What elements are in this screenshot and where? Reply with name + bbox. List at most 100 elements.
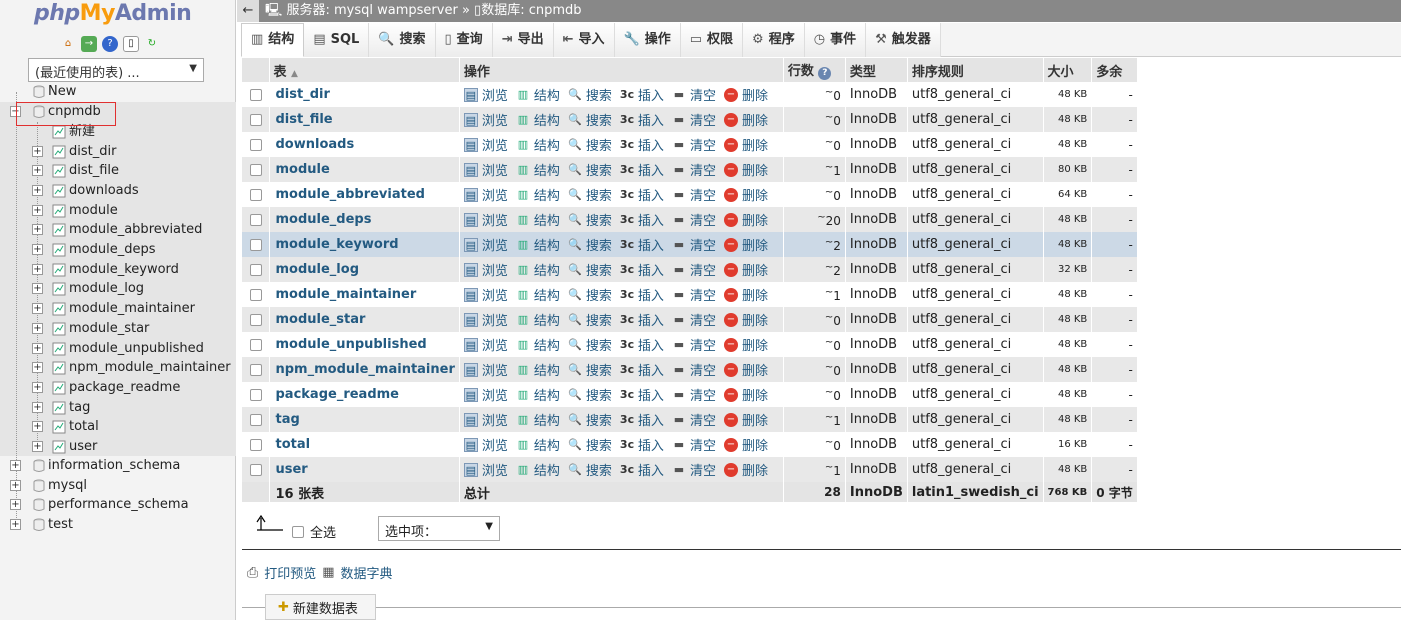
action-drop-link[interactable]: − 删除	[723, 135, 768, 154]
print-view-link[interactable]: 打印预览	[264, 563, 316, 582]
table-name-link[interactable]: module	[276, 162, 330, 177]
action-structure-link[interactable]: ▥ 结构	[516, 385, 560, 405]
action-structure-link[interactable]: ▥ 结构	[516, 185, 560, 205]
action-structure-link[interactable]: ▥ 结构	[516, 260, 560, 280]
table-size[interactable]: 48 KB	[1043, 307, 1093, 332]
column-header-overhead[interactable]: 多余	[1091, 58, 1138, 82]
action-empty-link[interactable]: ▬ 清空	[672, 310, 716, 330]
expand-icon[interactable]: +	[10, 460, 21, 471]
action-drop-link[interactable]: − 删除	[723, 310, 768, 329]
tree-db-mysql[interactable]: + mysql	[0, 476, 236, 496]
logout-icon[interactable]: →	[81, 36, 97, 52]
action-empty-link[interactable]: ▬ 清空	[672, 460, 716, 480]
action-insert-link[interactable]: 3c 插入	[620, 110, 664, 130]
table-size[interactable]: 32 KB	[1043, 257, 1093, 282]
action-empty-link[interactable]: ▬ 清空	[672, 110, 716, 130]
table-name-link[interactable]: module_deps	[276, 212, 372, 227]
table-size[interactable]: 48 KB	[1043, 207, 1093, 232]
tree-table-module_star[interactable]: + module_star	[0, 319, 236, 339]
row-checkbox[interactable]	[250, 438, 262, 451]
expand-icon[interactable]: +	[10, 499, 21, 511]
tree-table-module_abbreviated[interactable]: + module_abbreviated	[0, 220, 236, 240]
action-drop-link[interactable]: − 删除	[723, 235, 768, 254]
expand-icon[interactable]: +	[32, 283, 43, 295]
tree-table-module[interactable]: + module	[0, 201, 236, 221]
action-drop-link[interactable]: − 删除	[723, 85, 768, 104]
action-insert-link[interactable]: 3c 插入	[620, 235, 664, 255]
row-checkbox[interactable]	[250, 338, 262, 351]
action-drop-link[interactable]: − 删除	[723, 110, 768, 129]
action-search-link[interactable]: 🔍 搜索	[568, 285, 612, 305]
column-header-size[interactable]: 大小	[1043, 58, 1093, 82]
action-browse-link[interactable]: ▤ 浏览	[463, 160, 508, 179]
action-insert-link[interactable]: 3c 插入	[620, 410, 664, 430]
column-header-table[interactable]: 表 ▲	[269, 58, 460, 82]
action-insert-link[interactable]: 3c 插入	[620, 310, 664, 330]
tab-sql[interactable]: ▤ SQL	[304, 23, 370, 57]
action-browse-link[interactable]: ▤ 浏览	[463, 260, 508, 279]
action-structure-link[interactable]: ▥ 结构	[516, 285, 560, 305]
expand-icon[interactable]: +	[32, 224, 43, 236]
table-name-link[interactable]: user	[276, 462, 308, 477]
expand-icon[interactable]: +	[32, 165, 43, 177]
check-all-checkbox[interactable]	[292, 525, 304, 538]
sql-docs-icon[interactable]: ▯	[123, 36, 139, 52]
tree-table-module_unpublished[interactable]: + module_unpublished	[0, 339, 236, 359]
tree-table-module_keyword[interactable]: + module_keyword	[0, 260, 236, 280]
action-search-link[interactable]: 🔍 搜索	[568, 260, 612, 280]
table-size[interactable]: 80 KB	[1043, 157, 1093, 182]
action-search-link[interactable]: 🔍 搜索	[568, 460, 612, 480]
action-insert-link[interactable]: 3c 插入	[620, 210, 664, 230]
phpmyadmin-logo[interactable]: phpMyAdmin	[34, 1, 192, 26]
expand-icon[interactable]: +	[32, 322, 43, 334]
action-structure-link[interactable]: ▥ 结构	[516, 310, 560, 330]
action-structure-link[interactable]: ▥ 结构	[516, 160, 560, 180]
action-drop-link[interactable]: − 删除	[723, 160, 768, 179]
expand-icon[interactable]: −	[10, 106, 21, 117]
action-browse-link[interactable]: ▤ 浏览	[463, 435, 508, 454]
table-name-link[interactable]: module_abbreviated	[276, 187, 425, 202]
action-insert-link[interactable]: 3c 插入	[620, 260, 664, 280]
tab-export[interactable]: ⇥ 导出	[492, 23, 554, 57]
action-insert-link[interactable]: 3c 插入	[620, 160, 664, 180]
new-table-tab[interactable]: ✚ 新建数据表	[265, 594, 376, 620]
row-checkbox[interactable]	[250, 413, 262, 426]
action-browse-link[interactable]: ▤ 浏览	[463, 110, 508, 129]
action-drop-link[interactable]: − 删除	[723, 410, 768, 429]
action-browse-link[interactable]: ▤ 浏览	[463, 285, 508, 304]
action-empty-link[interactable]: ▬ 清空	[672, 210, 716, 230]
tab-query[interactable]: ▯ 查询	[435, 23, 493, 57]
tree-table-tag[interactable]: + tag	[0, 398, 236, 418]
breadcrumb-database[interactable]: 数据库: cnpmdb	[481, 3, 581, 18]
recent-tables-select[interactable]: (最近使用的表) ... ▼	[28, 58, 204, 82]
tree-db-test[interactable]: + test	[0, 515, 236, 535]
table-size[interactable]: 48 KB	[1043, 457, 1093, 482]
table-size[interactable]: 48 KB	[1043, 357, 1093, 382]
tree-db-performance_schema[interactable]: + performance_schema	[0, 495, 236, 515]
action-search-link[interactable]: 🔍 搜索	[568, 435, 612, 455]
action-search-link[interactable]: 🔍 搜索	[568, 160, 612, 180]
tab-import[interactable]: ⇤ 导入	[553, 23, 615, 57]
action-insert-link[interactable]: 3c 插入	[620, 285, 664, 305]
tree-table-user[interactable]: + user	[0, 437, 236, 457]
tree-table-dist_dir[interactable]: + dist_dir	[0, 142, 236, 162]
row-checkbox[interactable]	[250, 138, 262, 151]
action-browse-link[interactable]: ▤ 浏览	[463, 335, 508, 354]
table-name-link[interactable]: module_maintainer	[276, 287, 417, 302]
expand-icon[interactable]: +	[32, 303, 43, 315]
row-checkbox[interactable]	[250, 113, 262, 126]
action-insert-link[interactable]: 3c 插入	[620, 135, 664, 155]
tree-db-information_schema[interactable]: + information_schema	[0, 456, 236, 476]
expand-icon[interactable]: +	[32, 204, 43, 216]
action-insert-link[interactable]: 3c 插入	[620, 385, 664, 405]
action-browse-link[interactable]: ▤ 浏览	[463, 460, 508, 479]
table-size[interactable]: 64 KB	[1043, 182, 1093, 207]
action-empty-link[interactable]: ▬ 清空	[672, 260, 716, 280]
tab-operations[interactable]: 🔧 操作	[614, 23, 681, 57]
table-size[interactable]: 48 KB	[1043, 132, 1093, 157]
action-search-link[interactable]: 🔍 搜索	[568, 235, 612, 255]
action-drop-link[interactable]: − 删除	[723, 285, 768, 304]
table-size[interactable]: 48 KB	[1043, 82, 1093, 107]
row-checkbox[interactable]	[250, 238, 262, 251]
tree-table-npm_module_maintainer[interactable]: + npm_module_maintainer	[0, 358, 236, 378]
